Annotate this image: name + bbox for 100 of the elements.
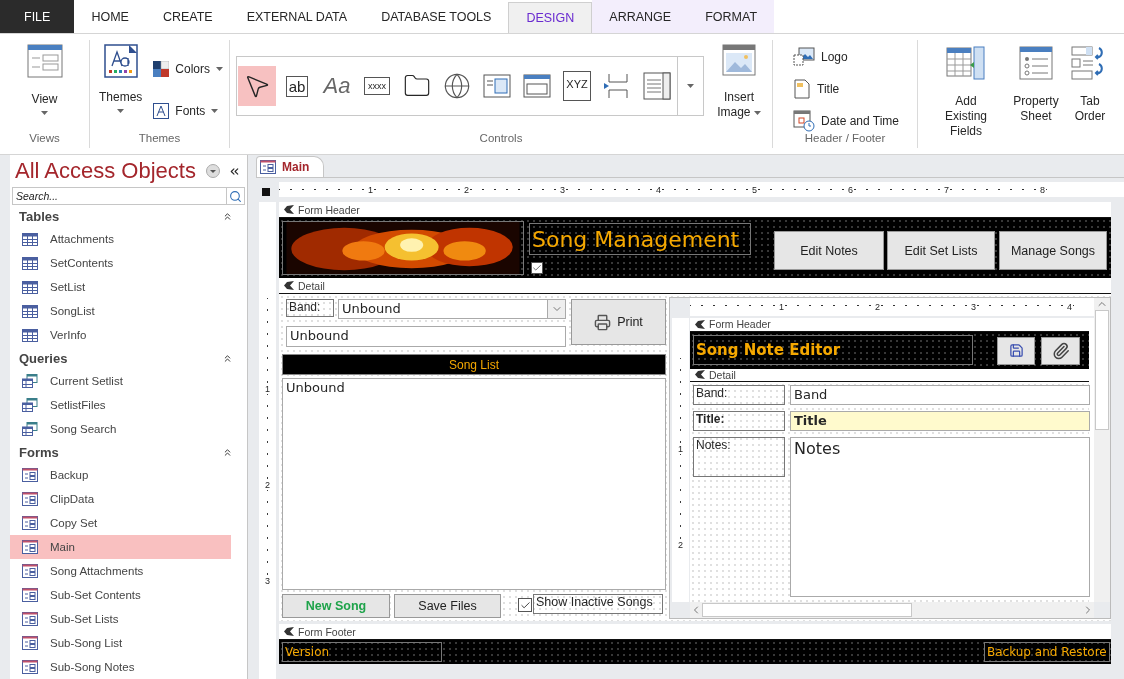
control-tool[interactable]: Aa [318,66,356,106]
pane-title: All Access Objects [15,158,197,184]
form-icon [22,492,38,506]
section-arrow-icon [284,281,294,290]
ribbon-button[interactable]: Add Existing Fields [930,46,1002,154]
ribbon-tab[interactable]: DESIGN [508,2,593,33]
document-tab[interactable]: Main [256,156,325,177]
printer-icon [594,313,612,331]
checkbox[interactable] [531,262,543,274]
view-button[interactable]: View [23,44,66,115]
nav-item[interactable]: SetList [10,275,231,299]
ribbon-tab[interactable]: CREATE [145,0,230,33]
vertical-ruler: 1 2 [672,318,689,602]
section-bar[interactable]: Form Header [279,202,1111,218]
ribbon-tab[interactable]: EXTERNAL DATA [229,0,365,33]
nav-item[interactable]: Main [10,535,231,559]
combo-box[interactable]: Unbound [338,299,566,319]
ribbon-button[interactable]: Property Sheet [1008,46,1064,154]
nav-item[interactable]: Sub-Set Contents [10,583,231,607]
nav-group-header[interactable]: Queries [10,347,247,369]
ribbon-tab[interactable]: FILE [0,0,75,33]
header-button[interactable]: Edit Set Lists [887,231,995,270]
ribbon-tab[interactable]: HOME [74,0,146,33]
nav-item[interactable]: SetlistFiles [10,393,231,417]
nav-item[interactable]: Song Search [10,417,231,441]
header-footer-button[interactable]: Date and Time [793,110,900,132]
nav-item[interactable]: Song Attachments [10,559,231,583]
paperclip-icon [1051,341,1070,360]
header-footer-button[interactable]: Logo [793,46,848,68]
nav-item[interactable]: SetContents [10,251,231,275]
insert-image-button[interactable]: Insert Image [710,44,768,120]
print-button[interactable]: Print [571,299,666,345]
page-break-icon [603,72,631,100]
ruler: 1 2 3 4 5 6 7 8 [279,182,1124,197]
button-icon: xxxx [364,77,390,95]
save-button[interactable] [997,336,1035,365]
collapse-icon [222,446,233,458]
attach-button[interactable] [1041,336,1080,365]
form-icon [22,636,38,650]
nav-item[interactable]: Sub-Song List [10,631,231,655]
backup-link[interactable]: Backup and Restore [984,642,1110,662]
nav-group-header[interactable]: Tables [10,205,247,227]
search-button[interactable] [227,187,245,205]
text-field[interactable]: Title [790,411,1090,431]
list-box[interactable]: Unbound [282,378,666,590]
field-label: Title: [693,411,785,431]
section-arrow-icon [695,370,705,380]
form-icon [22,468,38,482]
control-tool[interactable] [238,66,276,106]
text-field[interactable]: Notes [790,437,1090,597]
image-icon [722,44,756,76]
nav-item[interactable]: VerInfo [10,323,231,347]
nav-item[interactable]: Backup [10,463,231,487]
colors-button[interactable]: Colors [153,58,223,80]
nav-item[interactable]: SongList [10,299,231,323]
search-icon [229,189,242,203]
fonts-button[interactable]: Fonts [153,100,223,122]
control-tool[interactable]: xxxx [358,66,396,106]
form-icon [22,612,38,626]
checkbox[interactable] [518,598,532,612]
nav-item[interactable]: Current Setlist [10,369,231,393]
ribbon-tab[interactable]: ARRANGE [592,0,689,33]
scrollbar[interactable] [1094,298,1110,602]
save-icon [1008,343,1024,358]
text-field[interactable]: Band [790,385,1090,405]
section-bar[interactable]: Form Header [690,318,1089,332]
caret-icon [117,109,125,113]
nav-item[interactable]: Attachments [10,227,231,251]
search-field[interactable]: Search... [12,187,227,205]
section-bar[interactable]: Form Footer [279,624,1111,640]
list-heading: Song List [282,354,666,375]
nav-item[interactable]: Sub-Song Notes [10,655,231,679]
group-label: Header / Footer [803,132,887,146]
query-icon [22,374,38,388]
header-footer-button[interactable]: Title [793,78,840,100]
dropdown-icon[interactable] [206,164,220,178]
ribbon-button[interactable]: Tab Order [1070,46,1110,154]
nav-item[interactable]: Copy Set [10,511,231,535]
section-bar[interactable]: Detail [279,278,1111,294]
save-files-button[interactable]: Save Files [394,594,501,618]
nav-group-header[interactable]: Forms [10,441,247,463]
control-tool[interactable]: ab [278,66,316,106]
ribbon-tab[interactable]: FORMAT [688,0,774,33]
form-icon [22,660,38,674]
nav-item[interactable]: ClipData [10,487,231,511]
field-label: Band: [693,385,785,405]
property-sheet-icon [1019,46,1053,80]
themes-button[interactable]: Themes [95,44,146,113]
header-button[interactable]: Edit Notes [774,231,884,270]
header-button[interactable]: Manage Songs [999,231,1107,270]
label-icon: Aa [323,73,351,99]
query-icon [22,398,38,412]
caret-icon [687,84,694,88]
navigation-control-icon [523,74,551,98]
section-arrow-icon [284,205,294,214]
nav-item[interactable]: Sub-Set Lists [10,607,231,631]
form-icon [22,588,38,602]
text-field[interactable]: Unbound [286,326,566,347]
font-icon [153,103,170,119]
ribbon-tab[interactable]: DATABASE TOOLS [364,0,509,33]
